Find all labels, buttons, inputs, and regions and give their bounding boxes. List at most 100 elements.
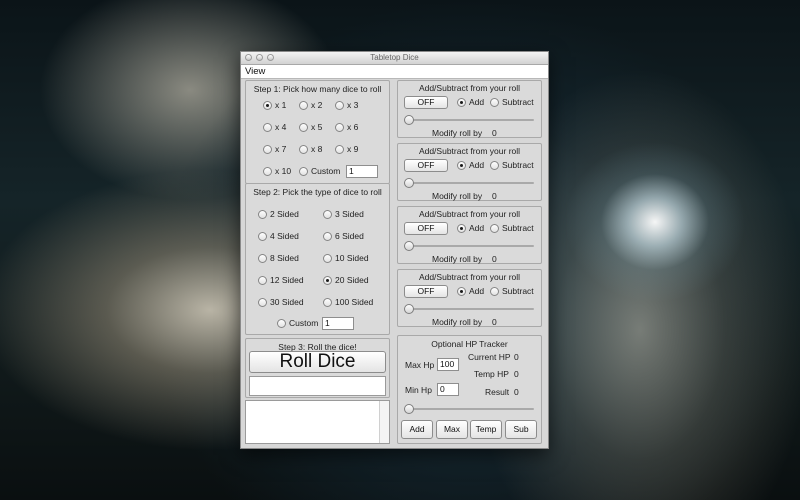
radio-icon[interactable]	[299, 144, 308, 154]
dice-count-x1[interactable]: x 1	[263, 100, 286, 110]
slider-knob[interactable]	[404, 178, 414, 188]
dice-count-x4[interactable]: x 4	[263, 122, 286, 132]
radio-icon[interactable]	[323, 209, 332, 219]
max-hp-label: Max Hp	[405, 360, 435, 370]
step1-panel: Step 1: Pick how many dice to roll x 1 x…	[245, 80, 390, 184]
roll-log-scrollbar[interactable]	[379, 401, 389, 443]
modifier-slider[interactable]	[404, 178, 534, 189]
dice-type-12-sided[interactable]: 12 Sided	[258, 275, 304, 285]
dice-type-100-sided[interactable]: 100 Sided	[323, 297, 373, 307]
modifier-slider[interactable]	[404, 304, 534, 315]
radio-icon[interactable]	[263, 166, 272, 176]
dice-count-x2[interactable]: x 2	[299, 100, 322, 110]
dice-count-x7[interactable]: x 7	[263, 144, 286, 154]
radio-icon[interactable]	[490, 286, 499, 296]
radio-icon[interactable]	[258, 209, 267, 219]
radio-icon[interactable]	[323, 297, 332, 307]
title-bar[interactable]: Tabletop Dice	[241, 52, 548, 65]
radio-icon[interactable]	[299, 122, 308, 132]
modifier-subtract-option[interactable]: Subtract	[490, 160, 534, 170]
radio-icon[interactable]	[457, 223, 466, 233]
dice-type-20-sided[interactable]: 20 Sided	[323, 275, 369, 285]
tabletop-dice-window: Tabletop Dice View Step 1: Pick how many…	[240, 51, 549, 449]
modifier-toggle-button[interactable]: OFF	[404, 159, 448, 172]
radio-icon[interactable]	[263, 122, 272, 132]
modifier-subtract-option[interactable]: Subtract	[490, 223, 534, 233]
hp-slider[interactable]	[404, 404, 534, 415]
slider-knob[interactable]	[404, 404, 414, 414]
radio-icon[interactable]	[490, 223, 499, 233]
menu-view[interactable]: View	[245, 66, 265, 77]
radio-icon[interactable]	[335, 100, 344, 110]
modifier-toggle-button[interactable]: OFF	[404, 285, 448, 298]
dice-count-x6[interactable]: x 6	[335, 122, 358, 132]
dice-type-30-sided[interactable]: 30 Sided	[258, 297, 304, 307]
modifier-slider[interactable]	[404, 241, 534, 252]
radio-icon[interactable]	[263, 144, 272, 154]
dice-type-2-sided[interactable]: 2 Sided	[258, 209, 299, 219]
modifier-value: 0	[492, 191, 497, 201]
dice-count-custom[interactable]: Custom	[299, 166, 340, 176]
radio-icon[interactable]	[457, 97, 466, 107]
dice-type-3-sided[interactable]: 3 Sided	[323, 209, 364, 219]
radio-icon[interactable]	[457, 286, 466, 296]
dice-count-x3[interactable]: x 3	[335, 100, 358, 110]
modifier-subtract-option[interactable]: Subtract	[490, 286, 534, 296]
modifier-toggle-button[interactable]: OFF	[404, 96, 448, 109]
dice-count-x5[interactable]: x 5	[299, 122, 322, 132]
modifier-title: Add/Subtract from your roll	[418, 272, 521, 282]
roll-dice-button[interactable]: Roll Dice	[249, 351, 386, 373]
radio-icon[interactable]	[457, 160, 466, 170]
radio-icon[interactable]	[258, 275, 267, 285]
step2-title: Step 2: Pick the type of dice to roll	[253, 187, 382, 197]
radio-icon[interactable]	[299, 100, 308, 110]
radio-icon[interactable]	[258, 297, 267, 307]
dice-type-10-sided[interactable]: 10 Sided	[323, 253, 369, 263]
modifier-slider[interactable]	[404, 115, 534, 126]
slider-track	[404, 245, 534, 247]
dice-type-custom[interactable]: Custom	[277, 318, 318, 328]
modifier-label: Modify roll by	[432, 191, 483, 201]
hp-temp-button[interactable]: Temp	[470, 420, 502, 439]
dice-count-x9[interactable]: x 9	[335, 144, 358, 154]
radio-icon[interactable]	[277, 318, 286, 328]
radio-icon[interactable]	[258, 253, 267, 263]
hp-add-button[interactable]: Add	[401, 420, 433, 439]
slider-knob[interactable]	[404, 241, 414, 251]
radio-icon[interactable]	[335, 122, 344, 132]
dice-count-custom-input[interactable]: 1	[346, 165, 378, 178]
desktop: { "window": { "title": "Tabletop Dice", …	[0, 0, 800, 500]
radio-icon[interactable]	[258, 231, 267, 241]
dice-type-6-sided[interactable]: 6 Sided	[323, 231, 364, 241]
hp-sub-button[interactable]: Sub	[505, 420, 537, 439]
radio-icon[interactable]	[335, 144, 344, 154]
radio-icon[interactable]	[299, 166, 308, 176]
modifier-add-option[interactable]: Add	[457, 160, 484, 170]
modifier-add-option[interactable]: Add	[457, 97, 484, 107]
hp-tracker-panel: Optional HP Tracker Max Hp 100 Min Hp 0 …	[397, 335, 542, 444]
dice-type-4-sided[interactable]: 4 Sided	[258, 231, 299, 241]
radio-icon[interactable]	[490, 97, 499, 107]
radio-icon[interactable]	[263, 100, 272, 110]
min-hp-input[interactable]: 0	[437, 383, 459, 396]
dice-type-8-sided[interactable]: 8 Sided	[258, 253, 299, 263]
slider-track	[404, 408, 534, 410]
radio-icon[interactable]	[323, 231, 332, 241]
roll-log-area[interactable]	[245, 400, 390, 444]
modifier-toggle-button[interactable]: OFF	[404, 222, 448, 235]
modifier-panel-2: Add/Subtract from your roll OFF Add Subt…	[397, 143, 542, 201]
radio-icon[interactable]	[490, 160, 499, 170]
modifier-add-option[interactable]: Add	[457, 286, 484, 296]
dice-count-x8[interactable]: x 8	[299, 144, 322, 154]
dice-type-custom-input[interactable]: 1	[322, 317, 354, 330]
temp-hp-value: 0	[514, 369, 519, 379]
modifier-subtract-option[interactable]: Subtract	[490, 97, 534, 107]
slider-knob[interactable]	[404, 304, 414, 314]
radio-icon[interactable]	[323, 275, 332, 285]
slider-knob[interactable]	[404, 115, 414, 125]
hp-max-button[interactable]: Max	[436, 420, 468, 439]
radio-icon[interactable]	[323, 253, 332, 263]
modifier-add-option[interactable]: Add	[457, 223, 484, 233]
dice-count-x10[interactable]: x 10	[263, 166, 291, 176]
max-hp-input[interactable]: 100	[437, 358, 459, 371]
